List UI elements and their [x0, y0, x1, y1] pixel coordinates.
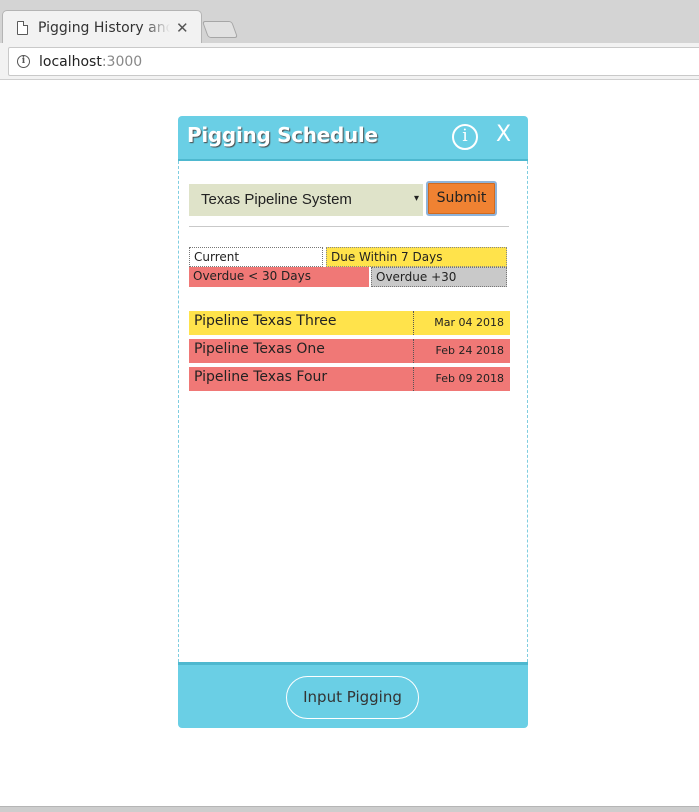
- panel-footer: Input Pigging: [178, 662, 528, 728]
- legend-overdue-30-plus: Overdue +30: [371, 267, 507, 287]
- browser-tab[interactable]: Pigging History and Schedule ✕: [2, 10, 202, 44]
- pipeline-row[interactable]: Pipeline Texas Three Mar 04 2018: [189, 311, 510, 335]
- document-icon: [17, 20, 28, 35]
- legend-current: Current: [189, 247, 323, 267]
- tab-close-icon[interactable]: ✕: [176, 19, 189, 37]
- row-separator: [413, 367, 414, 391]
- bottom-scrollbar: [0, 806, 699, 812]
- browser-toolbar: i localhost:3000: [0, 43, 699, 80]
- pipeline-row[interactable]: Pipeline Texas Four Feb 09 2018: [189, 367, 510, 391]
- row-separator: [413, 339, 414, 363]
- close-button[interactable]: X: [496, 122, 511, 147]
- address-bar[interactable]: i localhost:3000: [8, 47, 699, 76]
- pipeline-row[interactable]: Pipeline Texas One Feb 24 2018: [189, 339, 510, 363]
- row-separator: [413, 311, 414, 335]
- system-select[interactable]: Texas Pipeline System ▾: [189, 184, 423, 216]
- panel-body: Texas Pipeline System ▾ Submit Current D…: [178, 161, 528, 662]
- tab-title: Pigging History and Schedule: [38, 19, 170, 36]
- info-icon[interactable]: i: [452, 124, 478, 150]
- submit-button[interactable]: Submit: [426, 181, 497, 216]
- pipeline-date: Feb 09 2018: [435, 372, 504, 385]
- pipeline-list: Pipeline Texas Three Mar 04 2018 Pipelin…: [189, 311, 510, 395]
- panel-title: Pigging Schedule: [187, 123, 378, 147]
- pipeline-name: Pipeline Texas Three: [194, 313, 337, 329]
- pipeline-name: Pipeline Texas One: [194, 341, 325, 357]
- url-host: localhost: [39, 53, 102, 70]
- browser-tabstrip: Pigging History and Schedule ✕: [0, 0, 699, 44]
- divider: [189, 226, 509, 227]
- chevron-down-icon: ▾: [413, 193, 419, 204]
- pipeline-name: Pipeline Texas Four: [194, 369, 328, 385]
- panel-header: Pigging Schedule i X: [178, 116, 528, 161]
- site-info-icon[interactable]: i: [17, 55, 30, 68]
- pigging-panel: Pigging Schedule i X Texas Pipeline Syst…: [178, 116, 528, 728]
- pipeline-date: Mar 04 2018: [434, 316, 504, 329]
- system-select-value: Texas Pipeline System: [201, 191, 352, 208]
- url-port: :3000: [101, 53, 143, 70]
- legend-due-within-7-days: Due Within 7 Days: [326, 247, 507, 267]
- legend-overdue-under-30: Overdue < 30 Days: [189, 267, 369, 287]
- input-pigging-button[interactable]: Input Pigging: [286, 676, 419, 719]
- pipeline-date: Feb 24 2018: [435, 344, 504, 357]
- new-tab-button[interactable]: [201, 21, 239, 38]
